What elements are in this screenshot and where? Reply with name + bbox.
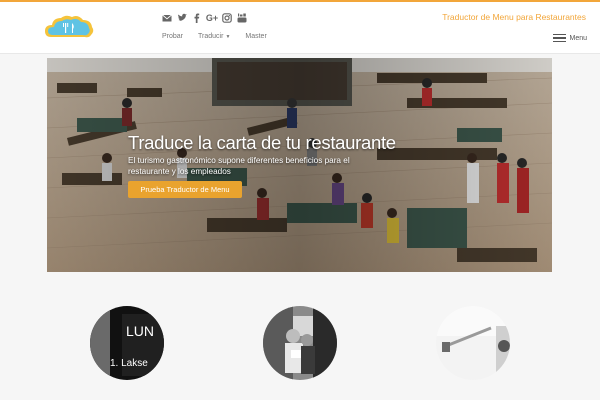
email-icon[interactable] bbox=[162, 13, 172, 24]
site-logo[interactable] bbox=[43, 13, 95, 41]
nav-item-label: Probar bbox=[162, 33, 184, 40]
youtube-icon[interactable] bbox=[237, 13, 247, 24]
hero-title: Traduce la carta de tu restaurante bbox=[128, 132, 396, 153]
site-header: G+ Traductor de Menu para Restaurantes P… bbox=[0, 2, 600, 54]
feature-circle-interior[interactable] bbox=[436, 306, 510, 380]
instagram-icon[interactable] bbox=[222, 13, 232, 24]
try-translator-button[interactable]: Prueba Traductor de Menu bbox=[128, 181, 242, 198]
facebook-icon[interactable] bbox=[192, 13, 202, 24]
menu-label: Menu bbox=[569, 34, 587, 42]
menu-button[interactable]: Menu bbox=[553, 34, 587, 42]
nav-item-label: Traducir bbox=[198, 33, 224, 40]
social-links: G+ bbox=[162, 11, 247, 25]
menu-board-text-2: 1. Lakse bbox=[110, 358, 148, 369]
feature-circle-people[interactable] bbox=[263, 306, 337, 380]
hero-banner: Traduce la carta de tu restaurante El tu… bbox=[47, 58, 552, 272]
nav-item-label: Master bbox=[245, 33, 267, 40]
nav-item-probar[interactable]: Probar bbox=[162, 33, 183, 40]
site-tagline[interactable]: Traductor de Menu para Restaurantes bbox=[442, 12, 586, 22]
nav-item-master[interactable]: Master bbox=[245, 33, 266, 40]
caret-down-icon: ▼ bbox=[225, 33, 231, 40]
interior-image bbox=[436, 306, 510, 380]
menu-board-text-1: LUN bbox=[126, 323, 154, 339]
feature-circle-menu-board[interactable]: LUN 1. Lakse bbox=[90, 306, 164, 380]
google-plus-icon[interactable]: G+ bbox=[206, 13, 218, 24]
main-nav: Probar Traducir ▼ Master bbox=[162, 33, 267, 40]
twitter-icon[interactable] bbox=[177, 13, 187, 24]
hero-subtitle: El turismo gastronómico supone diferente… bbox=[128, 156, 350, 176]
people-image bbox=[263, 306, 337, 380]
nav-item-traducir[interactable]: Traducir ▼ bbox=[198, 33, 230, 40]
hamburger-icon bbox=[553, 34, 567, 42]
menu-board-image: LUN 1. Lakse bbox=[90, 306, 164, 380]
logo-cloud-icon bbox=[45, 15, 94, 38]
